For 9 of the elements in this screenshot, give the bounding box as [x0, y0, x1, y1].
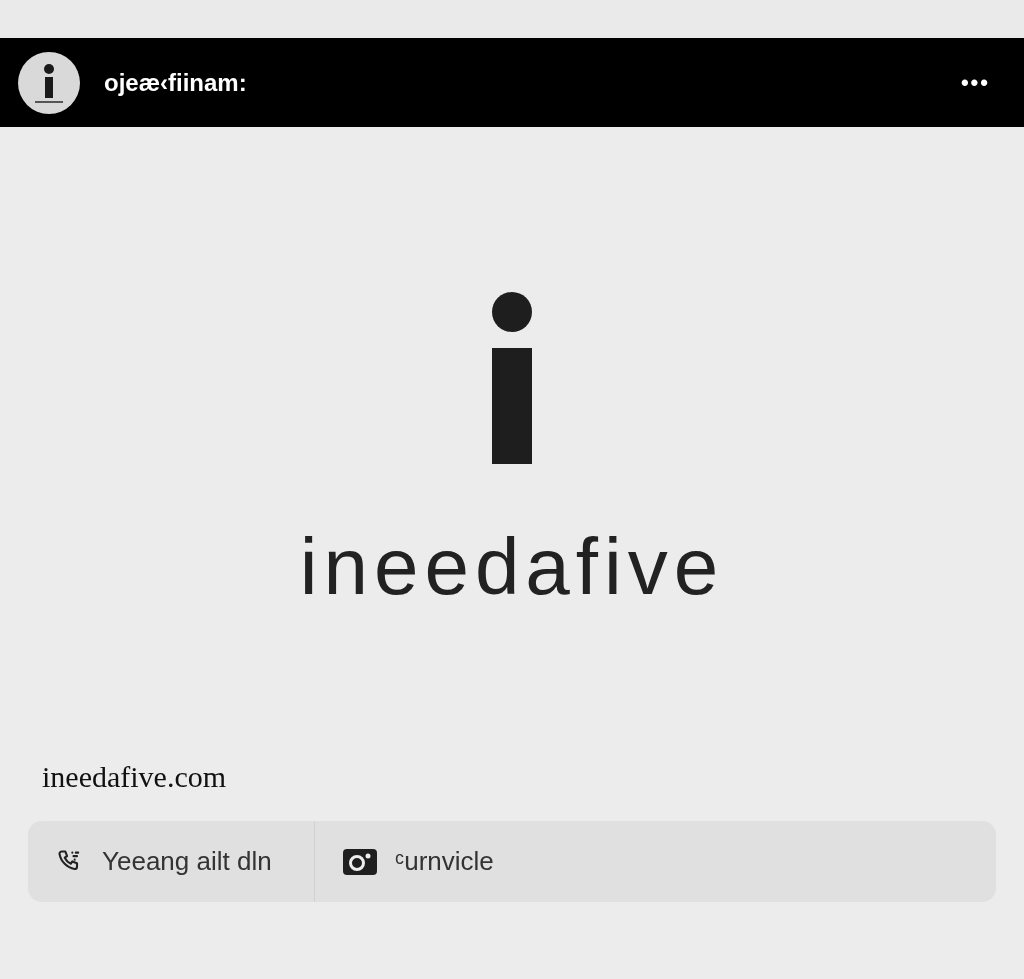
logo-icon [18, 51, 80, 114]
contact-label: ᶜurnvicle [395, 845, 494, 878]
brand-logo-icon [490, 292, 534, 464]
domain-text: ineedafive.com [42, 759, 227, 795]
contact-label: Yeeang ailt dln [102, 845, 272, 878]
brand-wordmark: ineedafive [299, 522, 725, 612]
header-title: ojeæ‹fiinam: [104, 67, 247, 98]
camera-icon [343, 848, 377, 875]
more-menu-button[interactable]: ••• [960, 66, 990, 99]
